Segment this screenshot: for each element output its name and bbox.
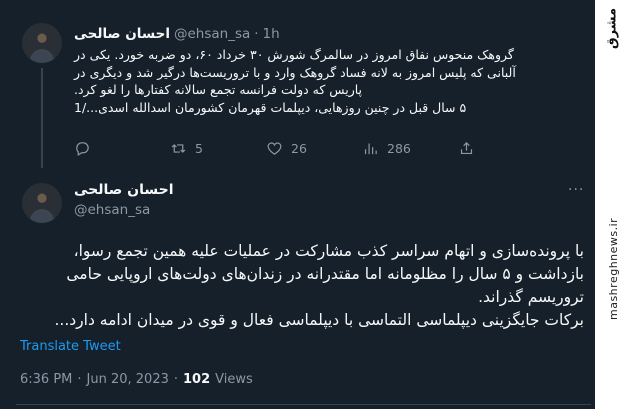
tweet-text-line: تروریسم گذراند.: [478, 288, 584, 306]
author-name[interactable]: احسان صالحی: [74, 26, 170, 42]
avatar[interactable]: [22, 183, 62, 223]
watermark-strip: مشرق mashreghnews.ir: [595, 0, 629, 409]
retweet-count: 5: [195, 140, 203, 156]
retweet-icon: [171, 143, 186, 153]
reply-icon: [76, 141, 89, 156]
avatar[interactable]: [22, 23, 62, 63]
tweet-text-line: بازداشت و ۵ سال را مظلومانه اما مقتدرانه…: [66, 265, 584, 283]
parent-tweet-text: گروهک منحوس نفاق امروز در سالمرگ شورش ۳۰…: [74, 46, 584, 116]
tweet-text-line: برکات جایگزینی دیپلماسی التماسی با دیپلم…: [54, 311, 585, 329]
share-button[interactable]: [458, 140, 475, 157]
tweet-text-line: ۵ سال قبل در چنین روزهایی، دیپلمات قهرما…: [74, 99, 467, 115]
tweet-date[interactable]: Jun 20, 2023: [87, 372, 169, 387]
tweet-metadata: 6:36 PM · Jun 20, 2023 · 102 Views: [20, 372, 253, 387]
more-options-icon[interactable]: ···: [568, 182, 584, 198]
views-button[interactable]: 286: [362, 140, 458, 157]
parent-tweet-header: احسان صالحی @ehsan_sa · 1h: [74, 24, 584, 44]
separator-dot: ·: [77, 372, 82, 387]
views-count: 286: [387, 140, 411, 156]
parent-tweet[interactable]: احسان صالحی @ehsan_sa · 1h گروهک منحوس ن…: [0, 0, 595, 168]
like-button[interactable]: 26: [266, 140, 362, 157]
separator-dot: ·: [254, 26, 259, 42]
tweet-text-line: آلبانی که پلیس امروز به لانه فساد گروهک …: [74, 64, 516, 80]
separator-dot: ·: [173, 372, 179, 387]
main-tweet: احسان صالحی @ehsan_sa ··· با پرونده‌سازی…: [0, 168, 595, 409]
reply-button[interactable]: [74, 140, 170, 157]
views-count: 102: [183, 372, 211, 387]
tweet-text-line: پاریس که دولت فرانسه تجمع سالانه کفتارها…: [74, 82, 363, 97]
tweet-time[interactable]: 6:36 PM: [20, 372, 72, 387]
mashregh-logo: مشرق: [604, 8, 620, 50]
action-bar: 5 26 286: [74, 137, 584, 159]
like-count: 26: [291, 140, 307, 156]
retweet-button[interactable]: 5: [170, 140, 266, 157]
page: احسان صالحی @ehsan_sa · 1h گروهک منحوس ن…: [0, 0, 629, 409]
tweet-text-line: گروهک منحوس نفاق امروز در سالمرگ شورش ۳۰…: [74, 47, 514, 62]
share-icon: [460, 141, 473, 154]
thread-connector-line: [41, 68, 43, 168]
analytics-icon: [364, 143, 377, 154]
author-name[interactable]: احسان صالحی: [74, 182, 174, 198]
translate-tweet-link[interactable]: Translate Tweet: [20, 339, 121, 354]
heart-icon: [267, 142, 282, 155]
author-handle[interactable]: @ehsan_sa: [174, 26, 250, 42]
views-label: Views: [215, 372, 253, 387]
divider: [16, 404, 591, 405]
tweet-time[interactable]: 1h: [263, 26, 280, 42]
author-handle[interactable]: @ehsan_sa: [74, 202, 150, 218]
watermark-site-text: mashreghnews.ir: [607, 217, 620, 320]
tweet-text-line: با پرونده‌سازی و اتهام سراسر کذب مشارکت …: [73, 242, 584, 260]
main-tweet-text: با پرونده‌سازی و اتهام سراسر کذب مشارکت …: [16, 240, 585, 332]
